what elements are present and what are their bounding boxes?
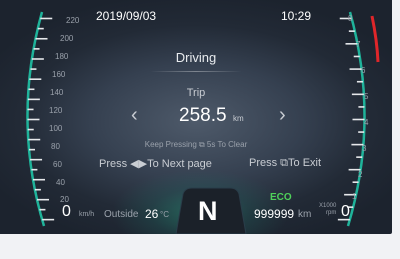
rpm-tick-label: 7 xyxy=(356,40,361,49)
clear-hint: Keep Pressing ⧉ 5s To Clear xyxy=(144,140,248,149)
next-page-hint: Press ◀▶To Next page xyxy=(99,158,212,170)
speed-tick-label: 120 xyxy=(49,106,63,115)
trip-value: 258.5 xyxy=(179,105,227,126)
rpm-tick-label: 1 xyxy=(352,192,357,201)
speed-tick-label: 100 xyxy=(49,124,63,133)
outside-temp: 26 xyxy=(145,207,159,221)
rpm-tick-label: 2 xyxy=(358,170,363,179)
speed-tick-label: 60 xyxy=(53,160,62,169)
title-divider xyxy=(150,71,242,72)
rpm-tick-label: 8 xyxy=(348,14,353,23)
outside-label: Outside xyxy=(104,209,139,220)
menu-section: Trip xyxy=(186,87,206,99)
rpm-tick-label: 6 xyxy=(361,66,366,75)
speed-gauge-ticks xyxy=(27,17,55,221)
next-arrow-button[interactable]: › xyxy=(279,104,286,127)
status-time: 10:29 xyxy=(281,9,312,23)
menu-title: Driving xyxy=(175,50,217,65)
odometer-unit: km xyxy=(298,209,312,220)
eco-mode-badge: ECO xyxy=(270,192,292,203)
exit-hint: Press ⧉To Exit xyxy=(249,157,322,169)
speed-tick-label: 160 xyxy=(52,70,66,79)
rpm-tick-label: 4 xyxy=(364,118,369,127)
odometer-value: 999999 xyxy=(254,207,295,221)
rpm-gauge-ticks xyxy=(337,17,365,221)
prev-arrow-button[interactable]: ‹ xyxy=(131,104,138,127)
status-date: 2019/09/03 xyxy=(96,9,157,23)
speed-unit: km/h xyxy=(79,211,95,218)
speed-tick-label: 220 xyxy=(66,16,80,25)
trip-unit: km xyxy=(233,114,244,123)
gear-indicator: N xyxy=(198,196,218,226)
rpm-unit-bottom: rpm xyxy=(326,210,337,216)
rpm-reading: 0 xyxy=(341,203,350,220)
speed-reading: 0 xyxy=(62,203,71,220)
temp-unit: °C xyxy=(160,210,169,219)
speed-tick-label: 200 xyxy=(60,34,74,43)
instrument-cluster: 220 200 180 160 140 120 100 80 60 40 20 … xyxy=(0,0,392,234)
rpm-unit-top: X1000 xyxy=(319,203,337,209)
speed-tick-label: 40 xyxy=(56,178,65,187)
